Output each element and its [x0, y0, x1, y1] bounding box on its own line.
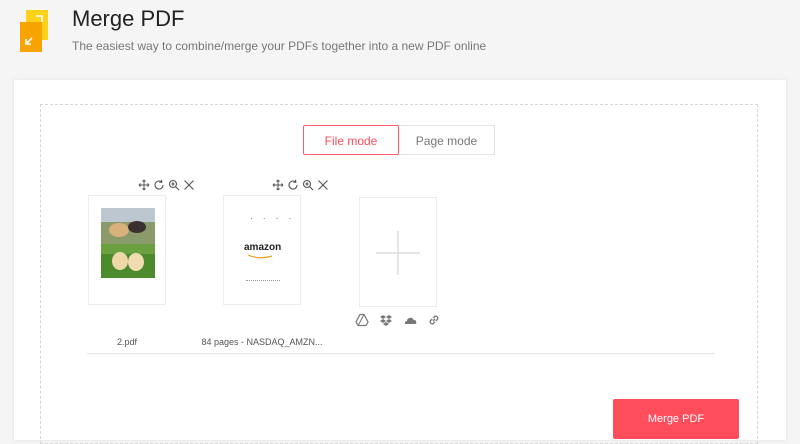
rotate-icon[interactable]: [153, 179, 165, 191]
divider: [87, 353, 715, 354]
link-icon[interactable]: [427, 313, 441, 327]
page-mode-tab[interactable]: Page mode: [399, 125, 495, 155]
page-subtitle: The easiest way to combine/merge your PD…: [72, 39, 487, 53]
merge-card: File mode Page mode 2.pdf · · · · amazon…: [14, 80, 786, 444]
amazon-preview-dots: · · · ·: [250, 214, 296, 223]
file-thumbnail-1[interactable]: [88, 195, 166, 305]
move-icon[interactable]: [272, 179, 284, 191]
onedrive-icon[interactable]: [403, 313, 417, 327]
add-file-button[interactable]: [359, 197, 437, 307]
amazon-preview-footer: [246, 280, 280, 283]
file-dropzone[interactable]: File mode Page mode 2.pdf · · · · amazon…: [40, 104, 758, 444]
file-2-toolbar: [272, 179, 329, 191]
merge-pdf-button[interactable]: Merge PDF: [613, 399, 739, 439]
file-1-toolbar: [138, 179, 195, 191]
google-drive-icon[interactable]: [355, 313, 369, 327]
remove-icon[interactable]: [183, 179, 195, 191]
page-header: Merge PDF The easiest way to combine/mer…: [0, 0, 800, 80]
dog-photo-preview: [101, 208, 155, 278]
file-thumbnail-2[interactable]: · · · · amazon: [223, 195, 301, 305]
amazon-preview-logo: amazon: [244, 242, 282, 253]
file-mode-tab[interactable]: File mode: [303, 125, 399, 155]
move-icon[interactable]: [138, 179, 150, 191]
file-name-1: 2.pdf: [116, 337, 138, 347]
merge-pdf-logo-icon: [20, 10, 48, 52]
dropbox-icon[interactable]: [379, 313, 393, 327]
file-name-2: 84 pages - NASDAQ_AMZN...: [201, 337, 323, 347]
mode-switch: File mode Page mode: [303, 125, 495, 155]
remove-icon[interactable]: [317, 179, 329, 191]
amazon-smile-icon: [247, 254, 273, 259]
zoom-icon[interactable]: [302, 179, 314, 191]
zoom-icon[interactable]: [168, 179, 180, 191]
plus-icon: [376, 231, 420, 275]
rotate-icon[interactable]: [287, 179, 299, 191]
page-title: Merge PDF: [72, 6, 185, 31]
upload-sources: [355, 313, 441, 327]
